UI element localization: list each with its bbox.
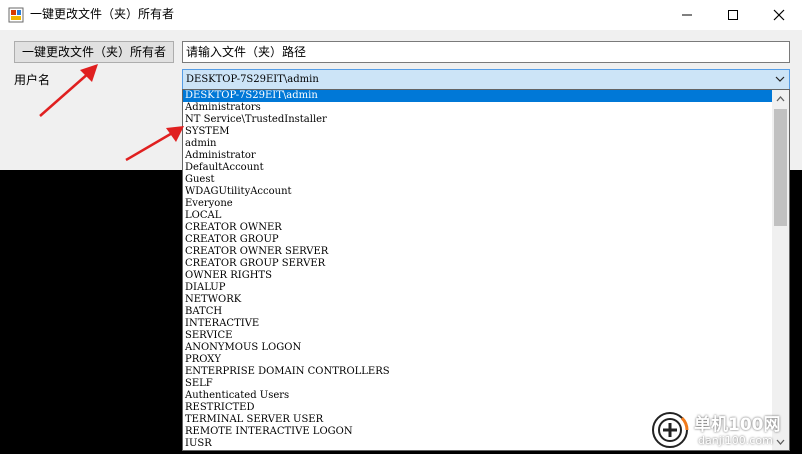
- dropdown-item[interactable]: SERVICE: [183, 330, 772, 342]
- window-title: 一键更改文件（夹）所有者: [30, 7, 175, 21]
- close-icon: [773, 9, 785, 21]
- title-bar[interactable]: 一键更改文件（夹）所有者: [0, 0, 802, 30]
- dropdown-item[interactable]: Administrators: [183, 102, 772, 114]
- username-dropdown-list[interactable]: DESKTOP-7S29EIT\admin Administrators NT Se…: [182, 89, 790, 451]
- dropdown-item[interactable]: Administrator: [183, 150, 772, 162]
- scroll-thumb[interactable]: [774, 109, 787, 226]
- dropdown-item[interactable]: CREATOR OWNER SERVER: [183, 246, 772, 258]
- app-icon: [8, 7, 24, 23]
- chevron-down-icon[interactable]: [775, 75, 785, 83]
- dropdown-item[interactable]: NT Service\TrustedInstaller: [183, 114, 772, 126]
- dropdown-scrollbar[interactable]: [772, 90, 789, 450]
- scroll-up-button[interactable]: [772, 90, 789, 107]
- dropdown-item[interactable]: NETWORK: [183, 294, 772, 306]
- watermark-url: danji100.com: [698, 434, 773, 447]
- dropdown-item[interactable]: SYSTEM: [183, 126, 772, 138]
- dropdown-item[interactable]: admin: [183, 138, 772, 150]
- close-button[interactable]: [756, 0, 802, 30]
- dropdown-item[interactable]: ANONYMOUS LOGON: [183, 342, 772, 354]
- watermark-name: 单机100网: [694, 415, 781, 435]
- annotation-arrow-icon: [39, 64, 98, 117]
- chevron-up-icon: [776, 96, 785, 102]
- dropdown-item[interactable]: WDAGUtilityAccount: [183, 186, 772, 198]
- dropdown-item[interactable]: OWNER RIGHTS: [183, 270, 772, 282]
- username-combobox[interactable]: DESKTOP-7S29EIT\admin: [182, 69, 790, 90]
- dropdown-item[interactable]: CREATOR GROUP: [183, 234, 772, 246]
- dropdown-item[interactable]: CREATOR OWNER: [183, 222, 772, 234]
- dropdown-item[interactable]: CREATOR GROUP SERVER: [183, 258, 772, 270]
- dropdown-item[interactable]: BATCH: [183, 306, 772, 318]
- dropdown-item[interactable]: SELF: [183, 378, 772, 390]
- combobox-selected-value: DESKTOP-7S29EIT\admin: [186, 74, 319, 85]
- annotation-arrow-icon: [125, 126, 184, 162]
- minimize-button[interactable]: [664, 0, 710, 30]
- maximize-icon: [728, 10, 738, 20]
- dropdown-item[interactable]: DefaultAccount: [183, 162, 772, 174]
- dropdown-item[interactable]: DESKTOP-7S29EIT\admin: [183, 90, 772, 102]
- minimize-icon: [682, 14, 692, 16]
- dropdown-item[interactable]: PROXY: [183, 354, 772, 366]
- dropdown-item[interactable]: Everyone: [183, 198, 772, 210]
- dropdown-item[interactable]: Guest: [183, 174, 772, 186]
- dropdown-item[interactable]: Authenticated Users: [183, 390, 772, 402]
- watermark-logo-icon: [652, 412, 689, 448]
- watermark: 单机100网 danji100.com: [650, 408, 800, 454]
- dropdown-item[interactable]: ENTERPRISE DOMAIN CONTROLLERS: [183, 366, 772, 378]
- dropdown-item[interactable]: LOCAL: [183, 210, 772, 222]
- maximize-button[interactable]: [710, 0, 756, 30]
- path-input[interactable]: 请输入文件（夹）路径: [182, 41, 790, 63]
- dropdown-items: DESKTOP-7S29EIT\admin Administrators NT Se…: [183, 90, 772, 450]
- dropdown-item[interactable]: DIALUP: [183, 282, 772, 294]
- dropdown-item[interactable]: INTERACTIVE: [183, 318, 772, 330]
